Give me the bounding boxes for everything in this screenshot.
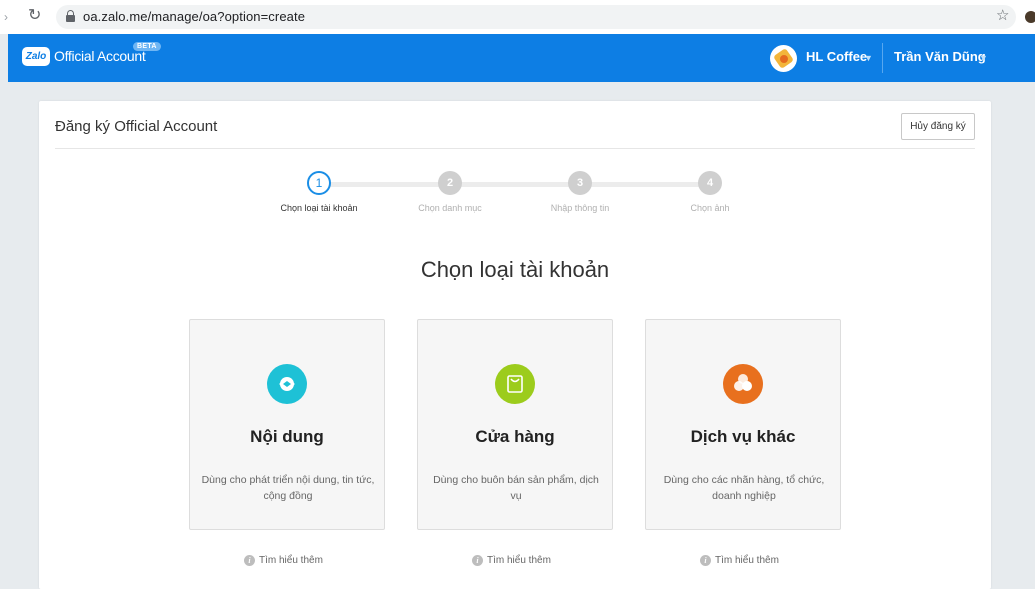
step-3-label: Nhập thông tin	[550, 203, 610, 213]
browser-toolbar: › ↻ oa.zalo.me/manage/oa?option=create ☆	[0, 0, 1035, 34]
beta-badge: BETA	[133, 42, 161, 51]
page-switcher[interactable]: HL Coffee	[806, 49, 867, 64]
content-icon	[267, 364, 307, 404]
step-2-label: Chọn danh mục	[418, 203, 482, 213]
info-icon: i	[700, 555, 711, 566]
registration-card: Đăng ký Official Account Hủy đăng ký 1 2…	[39, 101, 991, 589]
learn-more-link[interactable]: i Tìm hiểu thêm	[700, 555, 779, 569]
reload-icon[interactable]: ↻	[28, 7, 44, 25]
header-divider	[882, 43, 883, 73]
step-connector	[330, 182, 450, 187]
brand-title[interactable]: Official Account	[54, 48, 146, 64]
chevron-down-icon[interactable]: ▼	[979, 53, 988, 63]
bookmark-star-icon[interactable]: ☆	[996, 7, 1009, 25]
learn-more-link[interactable]: i Tìm hiểu thêm	[472, 555, 551, 569]
step-connector	[590, 182, 710, 187]
extension-icon[interactable]	[1025, 11, 1035, 23]
shopping-bag-icon	[495, 364, 535, 404]
chevron-down-icon[interactable]: ▼	[864, 53, 873, 63]
info-icon: i	[244, 555, 255, 566]
zalo-logo[interactable]: Zalo	[22, 47, 50, 66]
option-title: Nội dung	[250, 427, 324, 446]
step-connector	[460, 182, 580, 187]
divider	[55, 148, 975, 149]
option-description: Dùng cho buôn bán sản phẩm, dịch vụ	[433, 474, 599, 502]
learn-more-link[interactable]: i Tìm hiểu thêm	[244, 555, 323, 569]
step-4-label: Chọn ảnh	[690, 203, 730, 213]
option-description: Dùng cho phát triển nội dung, tin tức, c…	[201, 474, 375, 502]
page-title: Đăng ký Official Account	[55, 118, 218, 135]
page-avatar[interactable]	[770, 45, 797, 72]
lock-icon	[66, 10, 75, 22]
option-store[interactable]: Cửa hàng Dùng cho buôn bán sản phẩm, dịc…	[417, 319, 613, 530]
step-2-indicator: 2	[438, 171, 462, 195]
step-3-indicator: 3	[568, 171, 592, 195]
services-icon	[723, 364, 763, 404]
option-description: Dùng cho các nhãn hàng, tổ chức, doanh n…	[663, 474, 825, 502]
section-title: Chọn loại tài khoản	[420, 257, 610, 282]
step-1-indicator: 1	[307, 171, 331, 195]
option-other-services[interactable]: Dịch vụ khác Dùng cho các nhãn hàng, tổ …	[645, 319, 841, 530]
cancel-registration-button[interactable]: Hủy đăng ký	[901, 113, 975, 140]
forward-icon[interactable]: ›	[4, 9, 18, 25]
url-text: oa.zalo.me/manage/oa?option=create	[83, 9, 306, 24]
option-title: Dịch vụ khác	[690, 427, 796, 446]
app-header: Zalo Official Account BETA HL Coffee ▼ T…	[8, 34, 1035, 82]
info-icon: i	[472, 555, 483, 566]
user-menu[interactable]: Trần Văn Dũng	[894, 49, 986, 64]
step-1-label: Chọn loại tài khoản	[280, 203, 358, 213]
option-title: Cửa hàng	[475, 427, 555, 446]
step-4-indicator: 4	[698, 171, 722, 195]
address-bar[interactable]: oa.zalo.me/manage/oa?option=create	[56, 5, 1016, 29]
option-content[interactable]: Nội dung Dùng cho phát triển nội dung, t…	[189, 319, 385, 530]
